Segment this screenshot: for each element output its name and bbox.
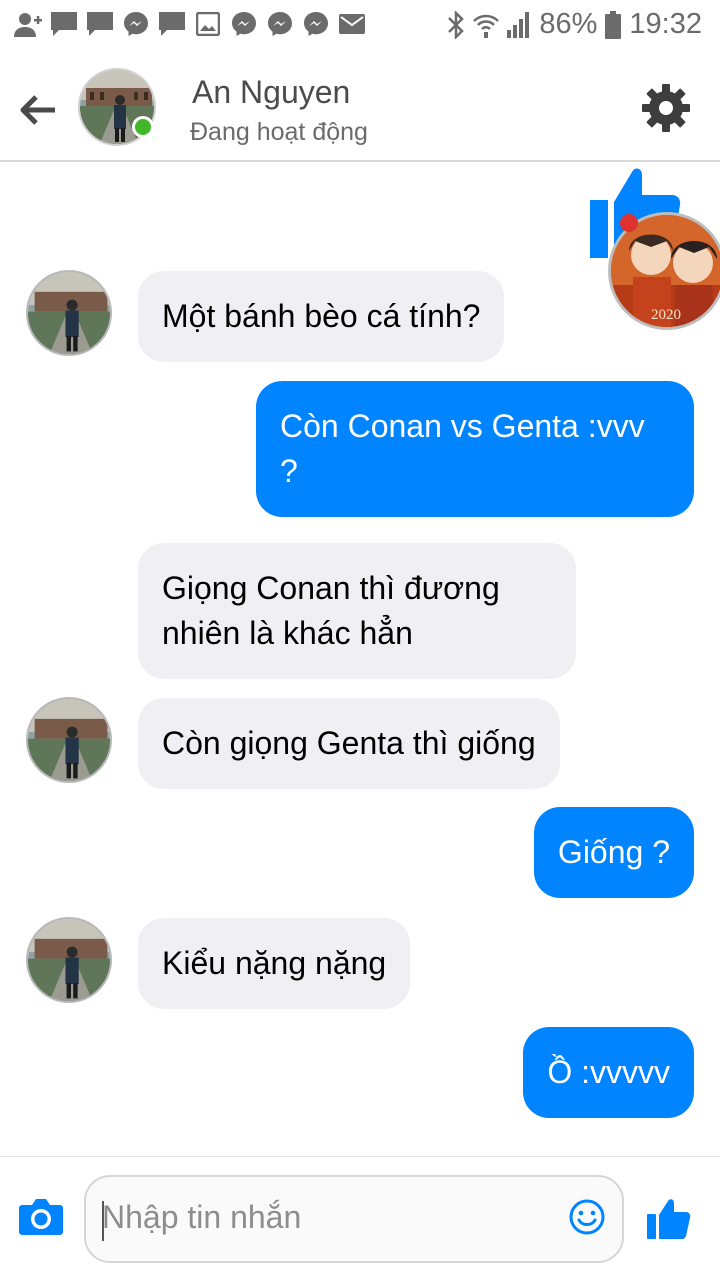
sender-avatar[interactable] <box>26 917 112 1003</box>
message-icon <box>86 10 114 38</box>
notification-icons <box>14 10 366 38</box>
smiley-icon <box>569 1199 605 1235</box>
camera-button[interactable] <box>18 1197 64 1237</box>
back-button[interactable] <box>16 88 60 132</box>
image-icon <box>194 10 222 38</box>
messenger-icon <box>266 10 294 38</box>
signal-icon <box>507 11 531 38</box>
mail-icon <box>338 10 366 38</box>
status-bar: 86% 19:32 <box>0 0 720 50</box>
system-indicators: 86% 19:32 <box>447 8 702 41</box>
gear-icon <box>642 84 690 132</box>
bluetooth-icon <box>447 10 465 39</box>
incoming-message[interactable]: Một bánh bèo cá tính? <box>138 271 505 362</box>
incoming-message[interactable]: Kiểu nặng nặng <box>138 918 411 1009</box>
settings-button[interactable] <box>640 82 692 134</box>
messenger-icon <box>122 10 150 38</box>
incoming-message[interactable]: Còn giọng Genta thì giống <box>138 698 560 789</box>
active-status: Đang hoạt động <box>190 118 368 146</box>
outgoing-message[interactable]: Giống ? <box>533 807 694 898</box>
outgoing-message[interactable]: Còn Conan vs Genta :vvv ? <box>256 381 694 517</box>
message-composer: Nhập tin nhắn <box>0 1156 720 1280</box>
arrow-left-icon <box>20 95 55 125</box>
online-indicator <box>132 116 154 138</box>
notification-badge <box>620 214 638 232</box>
thumbs-up-icon <box>647 1199 691 1239</box>
wifi-icon <box>473 12 500 38</box>
svg-text:2020: 2020 <box>651 307 681 323</box>
outgoing-message[interactable]: Ồ :vvvvv <box>523 1027 694 1118</box>
clock: 19:32 <box>629 8 702 40</box>
message-input[interactable]: Nhập tin nhắn <box>84 1175 624 1263</box>
messenger-icon <box>230 10 258 38</box>
emoji-button[interactable] <box>568 1198 606 1236</box>
add-friend-icon <box>14 10 42 38</box>
message-input-placeholder: Nhập tin nhắn <box>102 1199 302 1235</box>
like-send-button[interactable] <box>646 1196 692 1240</box>
messenger-icon <box>302 10 330 38</box>
camera-icon <box>19 1199 63 1235</box>
message-icon <box>50 10 78 38</box>
battery-percent: 86% <box>539 8 598 40</box>
contact-name[interactable]: An Nguyen <box>192 74 350 111</box>
message-icon <box>158 10 186 38</box>
sender-avatar[interactable] <box>26 697 112 783</box>
conversation-header: An Nguyen Đang hoạt động <box>0 50 720 162</box>
incoming-message[interactable]: Giọng Conan thì đương nhiên là khác hẳn <box>138 543 576 679</box>
battery-icon <box>605 10 622 39</box>
sender-avatar[interactable] <box>26 270 112 356</box>
